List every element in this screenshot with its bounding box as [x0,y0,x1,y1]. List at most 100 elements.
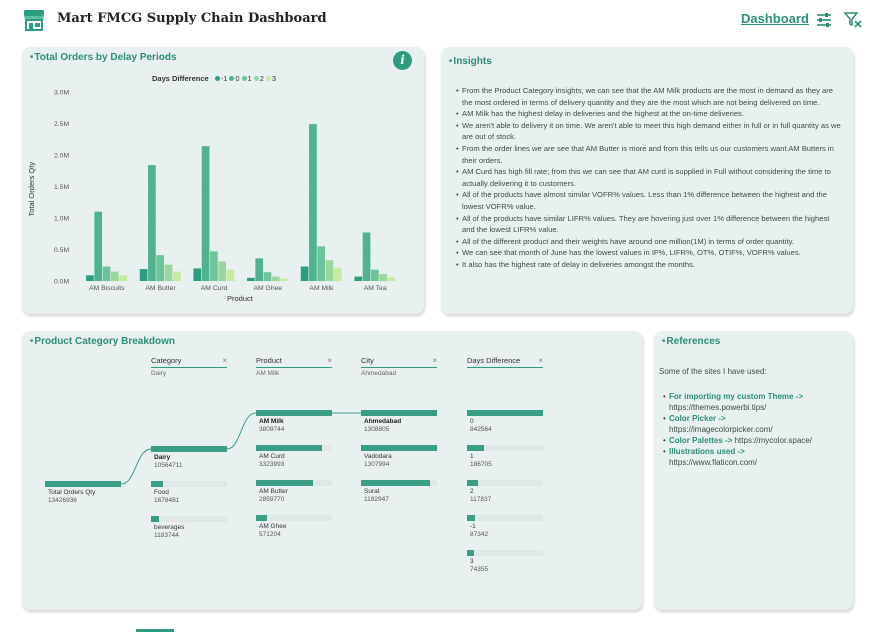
node-bar-track [467,480,543,486]
y-tick-label: 2.5M [54,121,69,128]
tree-node[interactable]: -1 87342 [467,515,543,541]
bar[interactable] [164,264,173,281]
node-bar-track [256,515,332,521]
bar[interactable] [148,165,156,281]
bar[interactable] [218,261,227,281]
level-header[interactable]: Product × AM Milk [256,356,332,377]
bar[interactable] [201,146,210,281]
close-icon[interactable]: × [432,356,437,365]
tree-node[interactable]: Food 1678481 [151,481,227,507]
bar[interactable] [86,275,94,281]
bar[interactable] [317,246,326,281]
bar[interactable] [94,211,103,281]
node-bar-track [467,515,543,521]
tree-node[interactable]: Ahmedabad 1308805 [361,410,437,436]
level-header-value: AM Milk [256,370,280,377]
bar[interactable] [139,269,148,281]
close-icon[interactable]: × [538,356,543,365]
tree-node[interactable]: AM Curd 3323993 [256,445,332,471]
tree-node[interactable]: Surat 1192947 [361,480,437,506]
bar[interactable] [247,277,255,281]
tree-node[interactable]: Total Orders Qty 13426936 [45,481,121,507]
node-value: 2859770 [259,496,285,503]
references-list: Some of the sites I have used: For impor… [659,367,849,468]
sliders-icon[interactable] [814,10,834,30]
bar[interactable] [102,266,111,281]
bar[interactable] [309,124,317,281]
tree-node[interactable]: beverages 1183744 [151,516,227,542]
node-bar-track [467,550,543,556]
y-tick-label: 3.0M [54,90,69,97]
dashboard-link[interactable]: Dashboard [741,11,809,26]
bar[interactable] [156,255,165,281]
tree-node[interactable]: 2 117837 [467,480,543,506]
node-bar [151,516,160,522]
bar[interactable] [110,271,119,281]
bar[interactable] [193,268,202,281]
bar[interactable] [379,274,388,281]
page-tabs-strip [136,629,174,632]
node-bar [256,410,332,416]
bar[interactable] [263,272,272,281]
node-bar [256,480,313,486]
bar[interactable] [210,251,218,281]
x-tick-label: AM Tea [364,285,387,292]
breakdown-title: Product Category Breakdown [30,336,175,347]
reference-label: For importing my custom Theme -> [669,392,804,401]
bar[interactable] [362,232,371,281]
tree-node[interactable]: Dairy 10564711 [151,446,227,472]
level-header[interactable]: City × Ahmedabad [361,356,437,377]
node-bar [467,410,543,416]
reference-link[interactable]: https://mycolor.space/ [735,436,812,445]
tree-node[interactable]: AM Milk 3809744 [256,410,332,436]
bar[interactable] [387,277,396,281]
bar[interactable] [172,271,181,281]
level-header[interactable]: Days Difference × [467,356,543,370]
bar[interactable] [255,258,264,281]
bar[interactable] [226,269,235,281]
tree-node[interactable]: 3 74355 [467,550,543,576]
tree-node[interactable]: 0 842564 [467,410,543,436]
legend-swatch [241,76,247,81]
bar[interactable] [280,278,288,281]
reference-link[interactable]: https://themes.powerbi.tips/ [669,403,766,412]
level-header-label: Days Difference [467,356,521,365]
tree-node[interactable]: 1 186705 [467,445,543,471]
bar[interactable] [300,266,309,281]
bar[interactable] [119,275,127,281]
node-value: 571204 [259,531,281,538]
reference-link[interactable]: https://imagecolorpicker.com/ [669,425,773,434]
reference-link[interactable]: https://www.flaticon.com/ [669,458,757,467]
bar[interactable] [371,269,379,281]
tree-node[interactable]: Vadodara 1307994 [361,445,437,471]
node-value: 842564 [470,426,492,433]
info-icon[interactable]: i [393,51,412,70]
node-label: Food [154,489,169,496]
node-label: Surat [364,488,380,495]
node-label: -1 [470,523,476,530]
node-value: 1307994 [364,461,390,468]
level-header-label: Category [151,356,182,365]
level-header-label: City [361,356,374,365]
references-title: References [662,336,720,347]
node-value: 1192947 [364,496,389,503]
insight-item: AM Curd has high fill rate; from this we… [456,166,844,189]
filter-clear-icon[interactable] [843,10,863,30]
tree-node[interactable]: AM Butter 2859770 [256,480,332,506]
close-icon[interactable]: × [327,356,332,365]
reference-label: Color Palettes -> [669,436,733,445]
bar[interactable] [271,276,280,281]
x-tick-label: AM Biscuits [89,285,125,292]
level-header[interactable]: Category × Dairy [151,356,227,377]
node-bar [467,480,478,486]
node-value: 1678481 [154,497,180,504]
x-axis-label: Product [227,294,254,303]
y-tick-label: 0.0M [54,279,69,286]
node-value: 3323993 [259,461,285,468]
tree-node[interactable]: AM Ghee 571204 [256,515,332,541]
node-label: Vadodara [364,453,392,460]
bar[interactable] [354,276,363,281]
close-icon[interactable]: × [222,356,227,365]
bar[interactable] [325,260,334,281]
bar[interactable] [333,267,342,281]
